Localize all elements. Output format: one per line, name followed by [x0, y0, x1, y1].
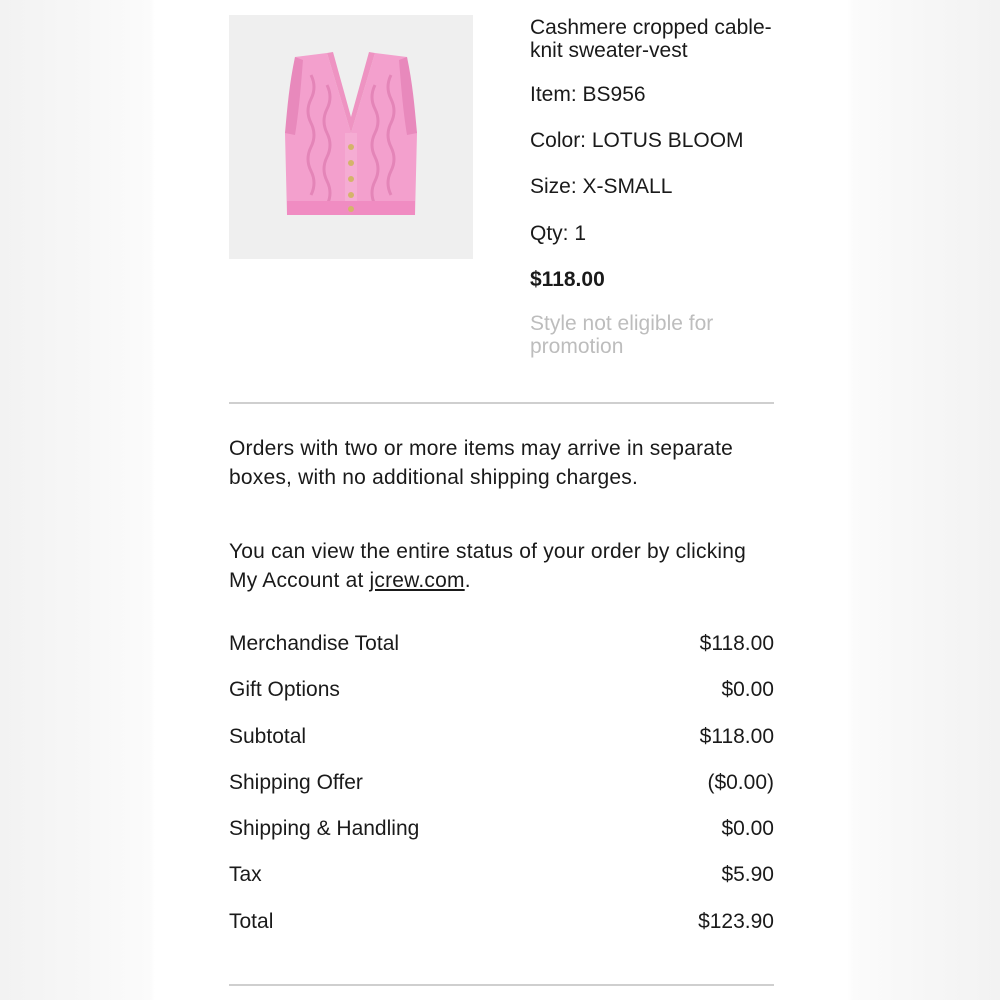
- order-totals: Merchandise Total $118.00 Gift Options $…: [229, 632, 774, 956]
- product-image[interactable]: [229, 15, 473, 259]
- product-size: Size: X-SMALL: [530, 175, 673, 198]
- promo-ineligible-note: Style not eligible for promotion: [530, 312, 714, 358]
- divider-bottom: [229, 984, 774, 986]
- totals-row-subtotal: Subtotal $118.00: [229, 725, 774, 771]
- order-status-period: .: [464, 569, 471, 592]
- totals-value: ($0.00): [707, 770, 774, 794]
- totals-row-merchandise: Merchandise Total $118.00: [229, 632, 774, 678]
- pink-cable-knit-vest-icon: [229, 15, 473, 259]
- totals-label: Shipping & Handling: [229, 817, 420, 841]
- totals-label: Tax: [229, 863, 262, 887]
- totals-row-gift-options: Gift Options $0.00: [229, 678, 774, 724]
- totals-row-shipping-offer: Shipping Offer ($0.00): [229, 771, 774, 817]
- totals-label: Subtotal: [229, 724, 307, 748]
- product-price: $118.00: [530, 268, 605, 291]
- totals-value: $123.90: [698, 909, 774, 933]
- totals-value: $0.00: [721, 817, 774, 841]
- totals-label: Merchandise Total: [229, 632, 400, 655]
- product-color: Color: LOTUS BLOOM: [530, 129, 744, 152]
- totals-value: $5.90: [721, 863, 774, 887]
- totals-row-shipping-handling: Shipping & Handling $0.00: [229, 817, 774, 863]
- product-item-number: Item: BS956: [530, 83, 646, 106]
- totals-row-tax: Tax $5.90: [229, 863, 774, 909]
- totals-label: Shipping Offer: [229, 770, 363, 794]
- jcrew-link[interactable]: jcrew.com: [370, 569, 465, 592]
- shipping-note: Orders with two or more items may arrive…: [229, 437, 734, 489]
- totals-value: $0.00: [721, 678, 774, 702]
- totals-label: Gift Options: [229, 678, 340, 702]
- order-status-note: You can view the entire status of your o…: [229, 537, 749, 595]
- totals-row-total: Total $123.90: [229, 910, 774, 956]
- totals-value: $118.00: [699, 632, 774, 655]
- totals-value: $118.00: [699, 724, 774, 748]
- totals-label: Total: [229, 909, 274, 933]
- divider-top: [229, 402, 774, 404]
- order-status-text: You can view the entire status of your o…: [229, 540, 747, 592]
- product-name[interactable]: Cashmere cropped cable-knit sweater-vest: [530, 16, 790, 62]
- product-qty: Qty: 1: [530, 222, 587, 245]
- product-details: Cashmere cropped cable-knit sweater-vest…: [530, 16, 790, 358]
